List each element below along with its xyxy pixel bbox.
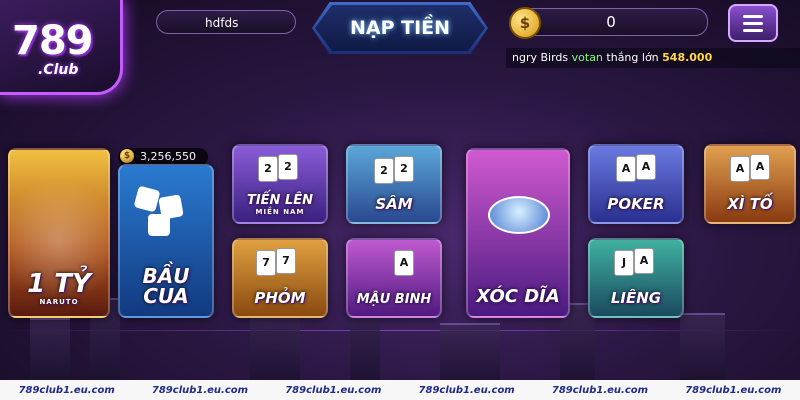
building <box>30 318 70 380</box>
game-label: BẦU CUA <box>142 264 190 308</box>
username-display[interactable]: hdfds <box>156 10 296 34</box>
ticker-user: votan <box>571 51 603 64</box>
card-icon: A <box>616 156 636 182</box>
game-label: LIÊNG <box>610 289 662 307</box>
game-tile-sam[interactable]: 2 2 SÂM <box>346 144 442 224</box>
deposit-button[interactable]: NẠP TIỀN <box>312 2 488 54</box>
ticker-amount: 548.000 <box>662 51 713 64</box>
card-icon: A <box>634 248 654 274</box>
game-tile-phom[interactable]: 7 7 PHỎM <box>232 238 328 318</box>
card-icon: 7 <box>256 250 276 276</box>
card-icon: A <box>636 154 656 180</box>
card-icon: J <box>614 250 634 276</box>
card-icon: 2 <box>278 154 298 180</box>
building <box>440 323 500 380</box>
game-tile-mau-binh[interactable]: A MẬU BINH <box>346 238 442 318</box>
card-icon: 2 <box>374 158 394 184</box>
card-icon: A <box>394 250 414 276</box>
watermark-text: 789club1.eu.com <box>551 384 649 396</box>
balance-display[interactable]: $ 0 <box>509 7 708 39</box>
menu-button[interactable] <box>728 4 778 42</box>
username-text: hdfds <box>205 16 239 30</box>
game-tile-bau-cua[interactable]: BẦU CUA <box>118 164 214 318</box>
game-tile-lieng[interactable]: J A LIÊNG <box>588 238 684 318</box>
game-label: 1 TỶ NARUTO <box>27 269 91 306</box>
card-icon: 2 <box>394 156 414 182</box>
deposit-button-label: NẠP TIỀN <box>349 17 451 39</box>
ticker-text: thắng lớn <box>606 51 659 64</box>
watermark-text: 789club1.eu.com <box>18 384 115 396</box>
game-label: POKER <box>607 195 665 213</box>
card-icon: 2 <box>258 156 278 182</box>
building <box>250 308 300 380</box>
building <box>680 313 725 380</box>
game-label: TIẾN LÊN MIỀN NAM <box>246 193 314 216</box>
game-label: XÌ TỐ <box>727 195 773 213</box>
logo-number: 789 <box>12 18 93 64</box>
game-label: XÓC DĨA <box>476 286 560 307</box>
watermark-text: 789club1.eu.com <box>685 384 782 396</box>
app-logo: 789 .Club <box>0 0 123 95</box>
coin-icon: $ <box>120 149 134 163</box>
footer-watermarks: 789club1.eu.com 789club1.eu.com 789club1… <box>0 380 800 400</box>
card-icon: A <box>730 156 750 182</box>
watermark-text: 789club1.eu.com <box>418 384 515 396</box>
game-tile-xi-to[interactable]: A A XÌ TỐ <box>704 144 796 224</box>
menu-icon <box>743 14 763 18</box>
ticker-prefix: ngry Birds <box>512 51 569 64</box>
logo-suffix: .Club <box>38 62 79 78</box>
game-tile-poker[interactable]: A A POKER <box>588 144 684 224</box>
card-icon: A <box>750 154 770 180</box>
skyline-glow <box>0 330 800 331</box>
watermark-text: 789club1.eu.com <box>285 384 382 396</box>
game-label: MẬU BINH <box>356 292 432 307</box>
game-tile-tien-len[interactable]: 2 2 TIẾN LÊN MIỀN NAM <box>232 144 328 224</box>
game-label: PHỎM <box>254 289 306 307</box>
balance-value: 0 <box>606 13 616 31</box>
win-ticker: ngry Birds votan thắng lớn 548.000 <box>506 48 800 68</box>
game-label: SÂM <box>375 195 413 213</box>
game-tile-xoc-dia[interactable]: XÓC DĨA <box>466 148 570 318</box>
jackpot-value: 3,256,550 <box>140 150 196 163</box>
card-icon: 7 <box>276 248 296 274</box>
game-tile-naruto[interactable]: 1 TỶ NARUTO <box>8 148 110 318</box>
watermark-text: 789club1.eu.com <box>151 384 249 396</box>
